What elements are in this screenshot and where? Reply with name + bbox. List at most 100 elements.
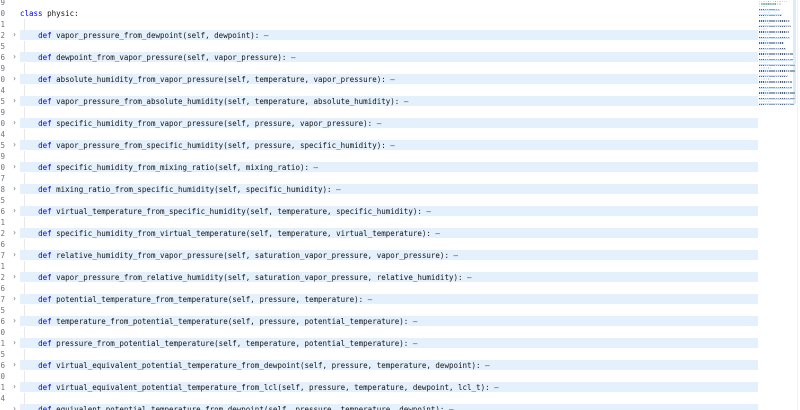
fold-chevron-icon[interactable]: › bbox=[10, 403, 19, 410]
code-line-def[interactable]: 1› def virtual_equivalent_potential_temp… bbox=[0, 382, 758, 393]
code-line-blank[interactable]: 4 bbox=[0, 393, 758, 404]
code-line-def[interactable]: 6› def dewpoint_from_vapor_pressure(self… bbox=[0, 52, 758, 63]
code-line-def[interactable]: 2› def vapor_pressure_from_relative_humi… bbox=[0, 272, 758, 283]
folded-code-marker: – bbox=[390, 141, 395, 150]
code-line-blank[interactable]: 1 bbox=[0, 217, 758, 228]
line-number: 4 bbox=[1, 85, 10, 96]
editor-pane[interactable]: 90class physic:12› def vapor_pressure_fr… bbox=[0, 0, 758, 410]
code-line-blank[interactable]: 6 bbox=[0, 283, 758, 294]
line-number: 4 bbox=[1, 129, 10, 140]
code-line-def[interactable]: 0› def absolute_humidity_from_vapor_pres… bbox=[0, 74, 758, 85]
fold-chevron-icon[interactable]: › bbox=[10, 183, 19, 196]
fold-chevron-icon[interactable]: › bbox=[10, 359, 19, 372]
code-text: def vapor_pressure_from_specific_humidit… bbox=[20, 140, 758, 151]
code-line-blank[interactable]: 7 bbox=[0, 173, 758, 184]
line-number: 1 bbox=[1, 338, 10, 349]
code-line-blank[interactable]: 5 bbox=[0, 305, 758, 316]
code-line-blank[interactable]: 0 bbox=[0, 371, 758, 382]
code-text bbox=[20, 239, 758, 250]
folded-code-marker: – bbox=[449, 405, 454, 410]
code-line-class[interactable]: 0class physic: bbox=[0, 8, 758, 19]
code-text bbox=[20, 19, 758, 30]
fold-chevron-icon[interactable]: › bbox=[10, 73, 19, 86]
code-line-blank[interactable]: 9 bbox=[0, 63, 758, 74]
code-line-blank[interactable]: 9 bbox=[0, 107, 758, 118]
fold-chevron-icon[interactable]: › bbox=[10, 161, 19, 174]
code-line-blank[interactable]: 5 bbox=[0, 349, 758, 360]
keyword: def bbox=[38, 383, 52, 392]
line-number: 1 bbox=[1, 382, 10, 393]
fold-chevron-icon[interactable]: › bbox=[10, 29, 19, 42]
code-text: def virtual_equivalent_potential_tempera… bbox=[20, 382, 758, 393]
keyword: def bbox=[38, 207, 52, 216]
folded-code-marker: – bbox=[413, 317, 418, 326]
method-signature: specific_humidity_from_mixing_ratio(self… bbox=[52, 163, 314, 172]
folded-code-marker: – bbox=[314, 163, 319, 172]
code-editor: 90class physic:12› def vapor_pressure_fr… bbox=[0, 0, 800, 410]
code-rows: 90class physic:12› def vapor_pressure_fr… bbox=[0, 0, 758, 410]
keyword: def bbox=[38, 295, 52, 304]
keyword: def bbox=[38, 229, 52, 238]
fold-chevron-icon[interactable]: › bbox=[10, 139, 19, 152]
line-number: 0 bbox=[1, 8, 10, 19]
minimap[interactable] bbox=[758, 0, 797, 410]
code-line-blank[interactable]: 9 bbox=[0, 151, 758, 162]
code-line-blank[interactable]: 9 bbox=[0, 0, 758, 8]
line-number: 1 bbox=[1, 19, 10, 30]
code-line-def[interactable]: 1› def pressure_from_potential_temperatu… bbox=[0, 338, 758, 349]
code-text: def mixing_ratio_from_specific_humidity(… bbox=[20, 184, 758, 195]
code-line-blank[interactable]: 5 bbox=[0, 41, 758, 52]
fold-chevron-icon[interactable]: › bbox=[10, 205, 19, 218]
fold-chevron-icon[interactable]: › bbox=[10, 95, 19, 108]
code-text bbox=[20, 129, 758, 140]
folded-code-marker: – bbox=[426, 207, 431, 216]
code-text: def vapor_pressure_from_dewpoint(self, d… bbox=[20, 30, 758, 41]
code-line-def[interactable]: 6› def virtual_equivalent_potential_temp… bbox=[0, 360, 758, 371]
code-line-def[interactable]: 0› def specific_humidity_from_mixing_rat… bbox=[0, 162, 758, 173]
code-line-def[interactable]: › def equivalent_potential_temperature_f… bbox=[0, 404, 758, 410]
minimap-row bbox=[758, 103, 797, 106]
code-line-blank[interactable]: 1 bbox=[0, 261, 758, 272]
line-number: 5 bbox=[1, 195, 10, 206]
fold-chevron-icon[interactable]: › bbox=[10, 337, 19, 350]
fold-chevron-icon[interactable]: › bbox=[10, 117, 19, 130]
code-line-def[interactable]: 6› def virtual_temperature_from_specific… bbox=[0, 206, 758, 217]
code-line-blank[interactable]: 4 bbox=[0, 85, 758, 96]
code-line-def[interactable]: 5› def vapor_pressure_from_absolute_humi… bbox=[0, 96, 758, 107]
method-signature: vapor_pressure_from_dewpoint(self, dewpo… bbox=[52, 31, 264, 40]
method-signature: mixing_ratio_from_specific_humidity(self… bbox=[52, 185, 336, 194]
code-line-def[interactable]: 0› def specific_humidity_from_vapor_pres… bbox=[0, 118, 758, 129]
code-line-def[interactable]: 6› def temperature_from_potential_temper… bbox=[0, 316, 758, 327]
fold-chevron-icon[interactable]: › bbox=[10, 315, 19, 328]
keyword: def bbox=[38, 119, 52, 128]
folded-code-marker: – bbox=[390, 75, 395, 84]
method-signature: vapor_pressure_from_relative_humidity(se… bbox=[52, 273, 467, 282]
fold-chevron-icon[interactable]: › bbox=[10, 51, 19, 64]
class-name: physic: bbox=[43, 9, 79, 18]
code-line-def[interactable]: 7› def potential_temperature_from_temper… bbox=[0, 294, 758, 305]
folded-code-marker: – bbox=[404, 97, 409, 106]
code-line-def[interactable]: 7› def relative_humidity_from_vapor_pres… bbox=[0, 250, 758, 261]
fold-chevron-icon[interactable]: › bbox=[10, 249, 19, 262]
code-text bbox=[20, 151, 758, 162]
code-line-blank[interactable]: 1 bbox=[0, 19, 758, 30]
code-line-blank[interactable]: 5 bbox=[0, 195, 758, 206]
keyword: def bbox=[38, 251, 52, 260]
code-line-def[interactable]: 2› def specific_humidity_from_virtual_te… bbox=[0, 228, 758, 239]
fold-chevron-icon[interactable]: › bbox=[10, 227, 19, 240]
line-number: 5 bbox=[1, 349, 10, 360]
code-line-def[interactable]: 8› def mixing_ratio_from_specific_humidi… bbox=[0, 184, 758, 195]
code-line-blank[interactable]: 6 bbox=[0, 239, 758, 250]
line-number: 5 bbox=[1, 140, 10, 151]
code-line-def[interactable]: 2› def vapor_pressure_from_dewpoint(self… bbox=[0, 30, 758, 41]
code-text: def temperature_from_potential_temperatu… bbox=[20, 316, 758, 327]
fold-chevron-icon[interactable]: › bbox=[10, 381, 19, 394]
code-line-def[interactable]: 5› def vapor_pressure_from_specific_humi… bbox=[0, 140, 758, 151]
code-line-blank[interactable]: 0 bbox=[0, 327, 758, 338]
code-text: def dewpoint_from_vapor_pressure(self, v… bbox=[20, 52, 758, 63]
fold-chevron-icon[interactable]: › bbox=[10, 271, 19, 284]
code-line-blank[interactable]: 4 bbox=[0, 129, 758, 140]
method-signature: vapor_pressure_from_absolute_humidity(se… bbox=[52, 97, 404, 106]
fold-chevron-icon[interactable]: › bbox=[10, 293, 19, 306]
code-text bbox=[20, 305, 758, 316]
